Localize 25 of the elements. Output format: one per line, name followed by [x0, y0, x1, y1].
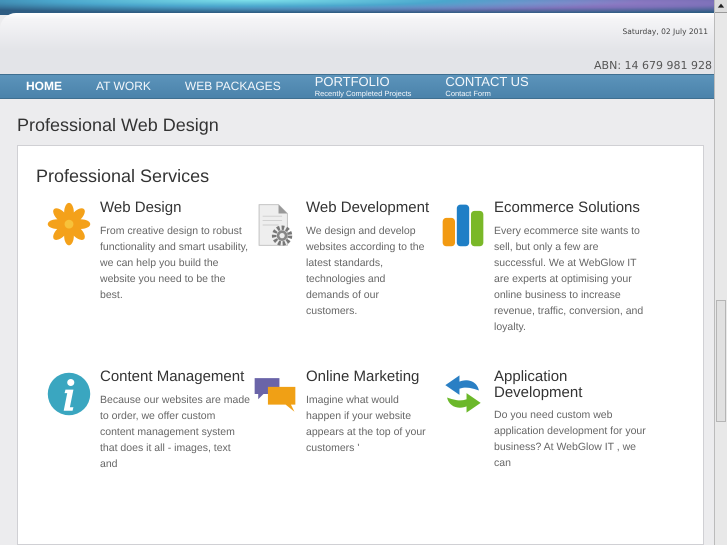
scroll-up-button[interactable]	[715, 0, 727, 13]
nav-link[interactable]: AT WORK	[96, 75, 185, 98]
info-icon	[46, 370, 92, 417]
service-title: Web Development	[306, 200, 430, 216]
service-title: Web Design	[100, 200, 182, 216]
section-title: Professional Services	[36, 166, 210, 187]
up-arrow-icon	[717, 2, 725, 10]
service-description: Imagine what would happen if your website appears at the top of your customers '	[306, 392, 427, 456]
abn-text: ABN: 14 679 981 928	[594, 59, 712, 72]
service-title: Online Marketing	[306, 368, 420, 384]
nav-link[interactable]: HOME	[26, 75, 96, 98]
page-title: Professional Web Design	[17, 115, 220, 136]
service-description: Every ecommerce site wants to sell, but only a few are successful. We at WebGlow IT are experts at optimising your online business to increase revenue, traffic, conversion, and loyalty.	[494, 224, 644, 335]
service-title: Content Management	[100, 368, 246, 384]
service-title: Ecommerce Solutions	[494, 200, 641, 216]
service-description: From creative design to robust functionality and smart usability, we can help you build the website you need to be the best.	[100, 224, 250, 303]
flower-icon	[46, 202, 92, 248]
service-description: We design and develop websites according to the latest standards, technologies and demands of our customers.	[306, 224, 426, 319]
nav-link[interactable]: WEB PACKAGES	[184, 75, 315, 98]
service-description: Because our websites are made to order, we offer custom content management system that does it all - images, text and	[100, 392, 250, 472]
scrollbar-thumb[interactable]	[716, 300, 726, 422]
service-title: Application Development	[494, 368, 584, 400]
bar-chart-icon	[440, 202, 486, 248]
service-description: Do you need custom web application development for your business? At WebGlow IT , we can	[494, 408, 647, 472]
scrollbar[interactable]	[714, 0, 727, 545]
